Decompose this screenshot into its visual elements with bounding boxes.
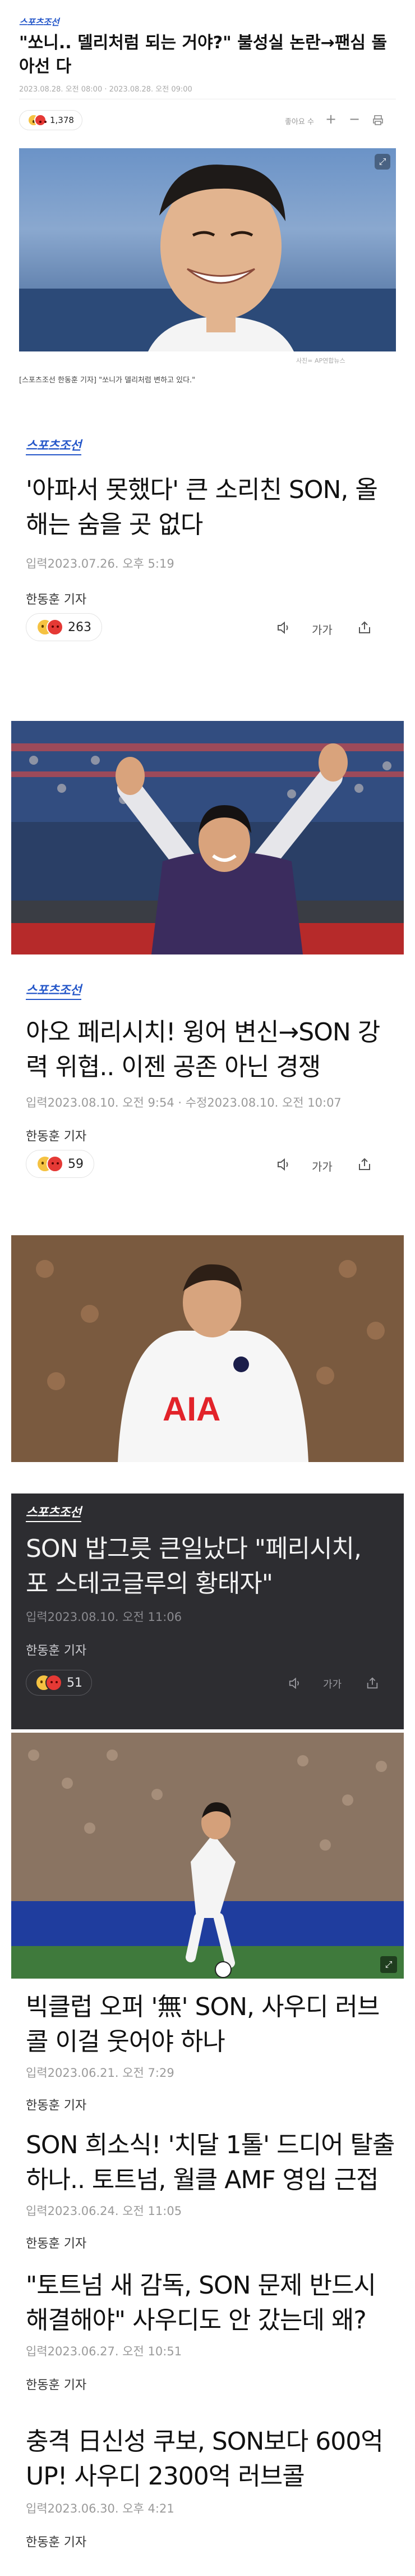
article1-reporter[interactable]: 한동훈 기자 (26, 590, 86, 608)
perisic-illustration: AIA (11, 1235, 404, 1462)
article3-reaction-count: 51 (67, 1675, 82, 1690)
article7-date: 입력2023.06.30. 오후 4:21 (26, 2502, 174, 2515)
article2-date: 입력2023.08.10. 오전 9:54 · 수정2023.08.10. 오전… (26, 1096, 342, 1109)
top-meta: 2023.08.28. 오전 08:00 · 2023.08.28. 오전 09… (19, 85, 192, 94)
article1-reaction[interactable]: 263 (26, 613, 102, 641)
audio-icon[interactable] (284, 1672, 306, 1695)
article2-photo (11, 721, 404, 954)
font-size-icon[interactable]: 가가 (323, 1677, 342, 1691)
article2-reaction[interactable]: 59 (26, 1150, 94, 1178)
article6-date: 입력2023.06.27. 오전 10:51 (26, 2345, 182, 2358)
reaction-emoji-icon (36, 1155, 64, 1172)
article1-date: 입력2023.07.26. 오후 5:19 (26, 557, 174, 570)
son-smiling-illustration (19, 165, 396, 351)
top-print-icon[interactable] (372, 115, 384, 128)
article4-reporter[interactable]: 한동훈 기자 (26, 2095, 86, 2113)
reaction-emoji-icon (36, 619, 64, 636)
article4-title[interactable]: 빅클럽 오퍼 '無' SON, 사우디 러브 콜 이걸 웃어야 하나 (26, 1990, 385, 2059)
top-photo: ⤢ (19, 148, 396, 351)
article4-date: 입력2023.06.21. 오전 7:29 (26, 2066, 174, 2080)
shirt-sponsor: AIA (163, 1390, 220, 1428)
font-size-icon[interactable]: 가가 (312, 1158, 333, 1174)
article2-reaction-count: 59 (68, 1157, 84, 1171)
top-reaction-count: 1,378 (50, 115, 74, 125)
article2-reporter[interactable]: 한동훈 기자 (26, 1126, 86, 1144)
share-icon[interactable] (353, 616, 376, 639)
top-headline: "쏘니.. 델리처럼 되는 거야?" 불성실 논란→팬심 돌아선 다 (19, 33, 388, 76)
photo-credit: 사진= AP연합뉴스 (296, 357, 345, 364)
article3-reaction-bar: 51 가가 (26, 1665, 390, 1699)
article3-reporter[interactable]: 한동훈 기자 (26, 1641, 86, 1659)
top-reactions-label: 좋아요 수 (285, 118, 314, 126)
reaction-emoji-icon (27, 114, 48, 126)
article3-photo: AIA (11, 1235, 404, 1462)
article1-logo[interactable]: 스포츠조선 (26, 436, 81, 455)
article2-title[interactable]: 아오 페리시치! 윙어 변신→SON 강력 위협.. 이젠 공존 아닌 경쟁 (26, 1015, 396, 1085)
article6-title[interactable]: "토트넘 새 감독, SON 문제 반드시 해결해야" 사우디도 안 갔는데 왜… (26, 2268, 385, 2338)
son-dribbling-illustration (11, 1733, 404, 1979)
audio-icon[interactable] (273, 616, 295, 639)
article6-reporter[interactable]: 한동훈 기자 (26, 2375, 86, 2393)
article3-title[interactable]: SON 밥그릇 큰일났다 "페리시치, 포 스테코글루의 황태자" (26, 1532, 385, 1601)
top-logo[interactable]: 스포츠조선 (19, 15, 59, 28)
top-caption: [스포츠조선 한동훈 기자] "쏘니가 델리처럼 변하고 있다." (19, 376, 196, 385)
article1-reaction-bar: 263 가가 (26, 610, 390, 643)
reaction-emoji-icon (35, 1674, 63, 1691)
article4-photo: ⤢ (11, 1733, 404, 1979)
article5-title[interactable]: SON 희소식! '치달 1톨' 드디어 탈출 하나.. 토트넘, 월클 AMF… (26, 2128, 396, 2198)
share-icon[interactable] (361, 1672, 384, 1695)
article3-date: 입력2023.08.10. 오전 11:06 (26, 1610, 182, 1624)
article2-reaction-bar: 59 가가 (26, 1147, 390, 1180)
article3-reaction[interactable]: 51 (26, 1670, 92, 1696)
article5-reporter[interactable]: 한동훈 기자 (26, 2234, 86, 2251)
audio-icon[interactable] (273, 1153, 295, 1176)
article7-title[interactable]: 충격 日신성 쿠보, SON보다 600억 UP! 사우디 2300억 러브콜 (26, 2424, 385, 2494)
article1-title[interactable]: '아파서 못했다' 큰 소리친 SON, 올해는 숨을 곳 없다 (26, 473, 390, 542)
expand-icon[interactable]: ⤢ (375, 154, 390, 170)
article7-reporter[interactable]: 한동훈 기자 (26, 2532, 86, 2550)
zoom-icon[interactable]: ⤢ (380, 1956, 397, 1973)
share-icon[interactable] (353, 1153, 376, 1176)
top-plus-icon[interactable]: + (325, 111, 336, 127)
article5-date: 입력2023.06.24. 오전 11:05 (26, 2204, 182, 2218)
article1-reaction-count: 263 (68, 620, 91, 634)
article2-logo[interactable]: 스포츠조선 (26, 980, 81, 1000)
son-waving-illustration (11, 721, 404, 954)
article3-logo[interactable]: 스포츠조선 (26, 1502, 81, 1522)
top-minus-icon[interactable]: − (349, 111, 360, 127)
font-size-icon[interactable]: 가가 (312, 621, 333, 637)
top-reaction[interactable]: 1,378 (19, 110, 82, 130)
